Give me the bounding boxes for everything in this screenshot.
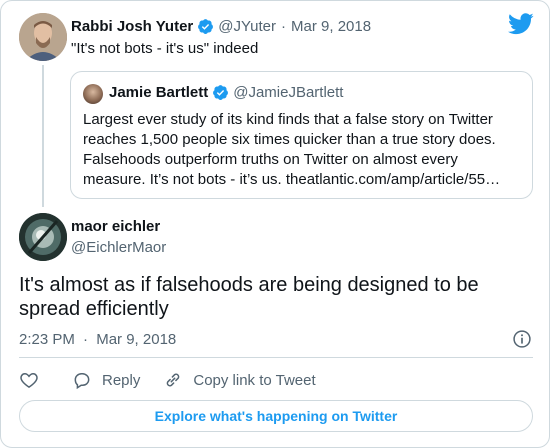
verified-badge-icon bbox=[213, 85, 229, 100]
author-name: Jamie Bartlett bbox=[109, 84, 209, 101]
divider bbox=[19, 357, 533, 358]
reply-bubble-icon bbox=[74, 373, 90, 390]
copy-link-button[interactable]: Copy link to Tweet bbox=[163, 370, 316, 390]
link-icon bbox=[167, 373, 180, 387]
avatar-image bbox=[19, 13, 67, 61]
explore-twitter-button[interactable]: Explore what's happening on Twitter bbox=[19, 400, 533, 432]
tweet-time: 2:23 PM bbox=[19, 331, 75, 348]
avatar[interactable] bbox=[19, 213, 67, 261]
avatar bbox=[83, 84, 103, 104]
tweet-timestamp[interactable]: 2:23 PM · Mar 9, 2018 bbox=[19, 331, 176, 348]
quoted-tweet-text: Largest ever study of its kind finds tha… bbox=[83, 111, 501, 188]
thread-connector-line bbox=[42, 65, 44, 207]
quoted-author-row: Jamie Bartlett @JamieJBartlett bbox=[109, 84, 343, 101]
like-button[interactable] bbox=[19, 370, 39, 390]
avatar[interactable] bbox=[19, 13, 67, 61]
heart-icon bbox=[20, 372, 38, 388]
quoted-tweet[interactable]: Jamie Bartlett @JamieJBartlett Largest e… bbox=[70, 71, 533, 199]
tweet-date[interactable]: Mar 9, 2018 bbox=[291, 18, 371, 35]
info-icon[interactable] bbox=[512, 329, 532, 349]
reply-label: Reply bbox=[102, 371, 141, 389]
avatar-image bbox=[19, 213, 67, 261]
tweet-embed-card: Rabbi Josh Yuter @JYuter · Mar 9, 2018 "… bbox=[0, 0, 550, 448]
author-handle[interactable]: @EichlerMaor bbox=[71, 239, 166, 256]
separator-dot: · bbox=[83, 331, 89, 348]
parent-author-row: Rabbi Josh Yuter @JYuter · Mar 9, 2018 bbox=[71, 18, 371, 35]
author-handle[interactable]: @JYuter bbox=[218, 18, 276, 35]
explore-label: Explore what's happening on Twitter bbox=[154, 408, 398, 424]
separator-dot: · bbox=[281, 18, 287, 35]
parent-tweet-text: "It's not bots - it's us" indeed bbox=[71, 40, 259, 57]
copy-link-label: Copy link to Tweet bbox=[193, 371, 316, 389]
reply-button[interactable]: Reply bbox=[72, 370, 140, 390]
author-name[interactable]: maor eichler bbox=[71, 218, 160, 235]
twitter-bird-icon[interactable] bbox=[508, 13, 534, 35]
verified-badge-icon bbox=[198, 19, 214, 34]
tweet-text: It's almost as if falsehoods are being d… bbox=[19, 274, 479, 320]
author-name[interactable]: Rabbi Josh Yuter bbox=[71, 18, 193, 35]
tweet-actions: Reply Copy link to Tweet bbox=[19, 369, 316, 391]
tweet-date: Mar 9, 2018 bbox=[96, 331, 177, 348]
author-handle: @JamieJBartlett bbox=[233, 84, 344, 101]
